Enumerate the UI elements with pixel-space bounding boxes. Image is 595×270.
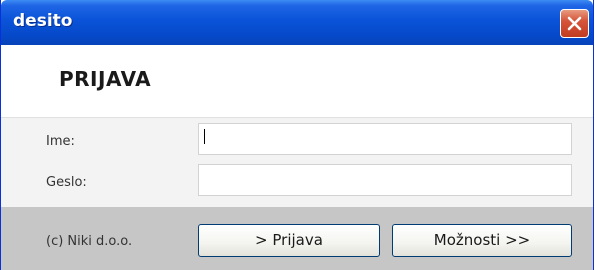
login-button[interactable]: > Prijava — [198, 224, 380, 257]
password-label: Geslo: — [46, 175, 87, 190]
page-title: PRIJAVA — [59, 67, 152, 91]
close-icon — [567, 16, 582, 31]
header-panel: PRIJAVA — [1, 45, 593, 117]
options-button[interactable]: Možnosti >> — [392, 224, 572, 257]
login-form: Ime: Geslo: — [1, 117, 593, 208]
username-label: Ime: — [46, 134, 75, 149]
close-button[interactable] — [560, 9, 589, 38]
login-window: desito PRIJAVA Ime: Geslo: (c) Niki d.o.… — [0, 0, 594, 270]
window-title: desito — [13, 11, 73, 31]
title-bar[interactable]: desito — [1, 0, 593, 45]
copyright-text: (c) Niki d.o.o. — [46, 234, 133, 249]
username-field[interactable] — [198, 123, 572, 155]
footer-bar: (c) Niki d.o.o. > Prijava Možnosti >> — [1, 207, 593, 270]
text-caret — [204, 129, 205, 144]
password-field[interactable] — [198, 164, 572, 196]
